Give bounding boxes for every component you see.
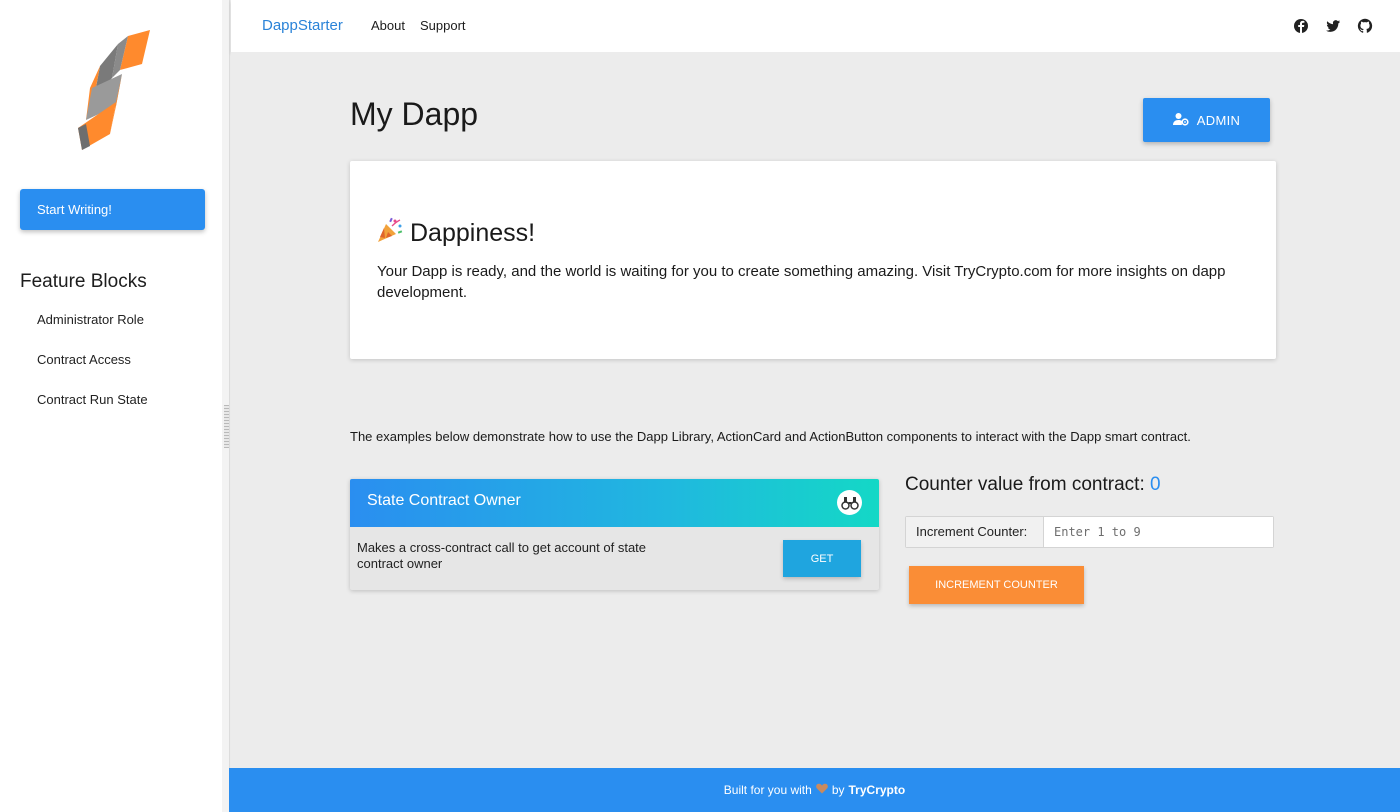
hero-description: Your Dapp is ready, and the world is wai… bbox=[377, 263, 1226, 301]
dappstarter-logo-icon[interactable] bbox=[72, 30, 152, 154]
sidebar: Start Writing! Feature Blocks Administra… bbox=[0, 0, 222, 812]
dappiness-card: Dappiness! Your Dapp is ready, and the w… bbox=[350, 161, 1276, 359]
counter-label: Counter value from contract: bbox=[905, 474, 1145, 495]
counter-value: 0 bbox=[1150, 474, 1161, 495]
footer-by: by bbox=[831, 783, 845, 797]
action-card-title: State Contract Owner bbox=[367, 492, 521, 509]
increment-counter-button[interactable]: INCREMENT COUNTER bbox=[909, 566, 1084, 604]
nav-about-link[interactable]: About bbox=[371, 18, 405, 33]
party-popper-icon bbox=[376, 216, 404, 251]
footer-text: Built for you with bbox=[723, 783, 812, 797]
github-icon[interactable] bbox=[1357, 18, 1373, 34]
increment-counter-input[interactable] bbox=[1044, 517, 1273, 547]
nav-support-link[interactable]: Support bbox=[420, 18, 466, 33]
heart-icon bbox=[815, 783, 828, 797]
user-cog-icon bbox=[1172, 112, 1189, 129]
footer: Built for you with by TryCrypto bbox=[229, 768, 1400, 812]
admin-button[interactable]: ADMIN bbox=[1143, 98, 1270, 142]
action-card-header: State Contract Owner bbox=[350, 479, 879, 527]
sidebar-item-contract-run-state[interactable]: Contract Run State bbox=[37, 392, 148, 432]
examples-description: The examples below demonstrate how to us… bbox=[350, 429, 1191, 444]
admin-button-label: ADMIN bbox=[1196, 112, 1241, 128]
sidebar-item-administrator-role[interactable]: Administrator Role bbox=[37, 312, 148, 352]
action-card-description: Makes a cross-contract call to get accou… bbox=[357, 540, 647, 571]
hero-title-text: Dappiness! bbox=[410, 219, 536, 247]
action-card-state-contract-owner: State Contract Owner Makes a cross-contr… bbox=[350, 479, 879, 590]
sidebar-item-contract-access[interactable]: Contract Access bbox=[37, 352, 148, 392]
binoculars-icon bbox=[837, 490, 862, 515]
sidebar-resize-handle[interactable] bbox=[224, 405, 229, 448]
feature-blocks-heading: Feature Blocks bbox=[20, 271, 147, 292]
increment-counter-group: Increment Counter: bbox=[905, 516, 1274, 548]
trycrypto-link[interactable]: TryCrypto bbox=[849, 783, 906, 797]
counter-heading: Counter value from contract: 0 bbox=[905, 474, 1161, 496]
page-title: My Dapp bbox=[350, 96, 479, 132]
get-button[interactable]: GET bbox=[783, 540, 861, 577]
facebook-icon[interactable] bbox=[1293, 18, 1309, 34]
brand-link[interactable]: DappStarter bbox=[262, 17, 343, 34]
hero-title: Dappiness! bbox=[376, 216, 535, 251]
twitter-icon[interactable] bbox=[1325, 18, 1341, 34]
top-navbar: DappStarter About Support bbox=[231, 0, 1400, 52]
main-content: My Dapp ADMIN Dappiness! Your Dapp is re… bbox=[231, 52, 1400, 768]
start-writing-button[interactable]: Start Writing! bbox=[20, 189, 205, 230]
feature-list: Administrator Role Contract Access Contr… bbox=[37, 312, 148, 432]
increment-counter-label: Increment Counter: bbox=[906, 517, 1044, 547]
